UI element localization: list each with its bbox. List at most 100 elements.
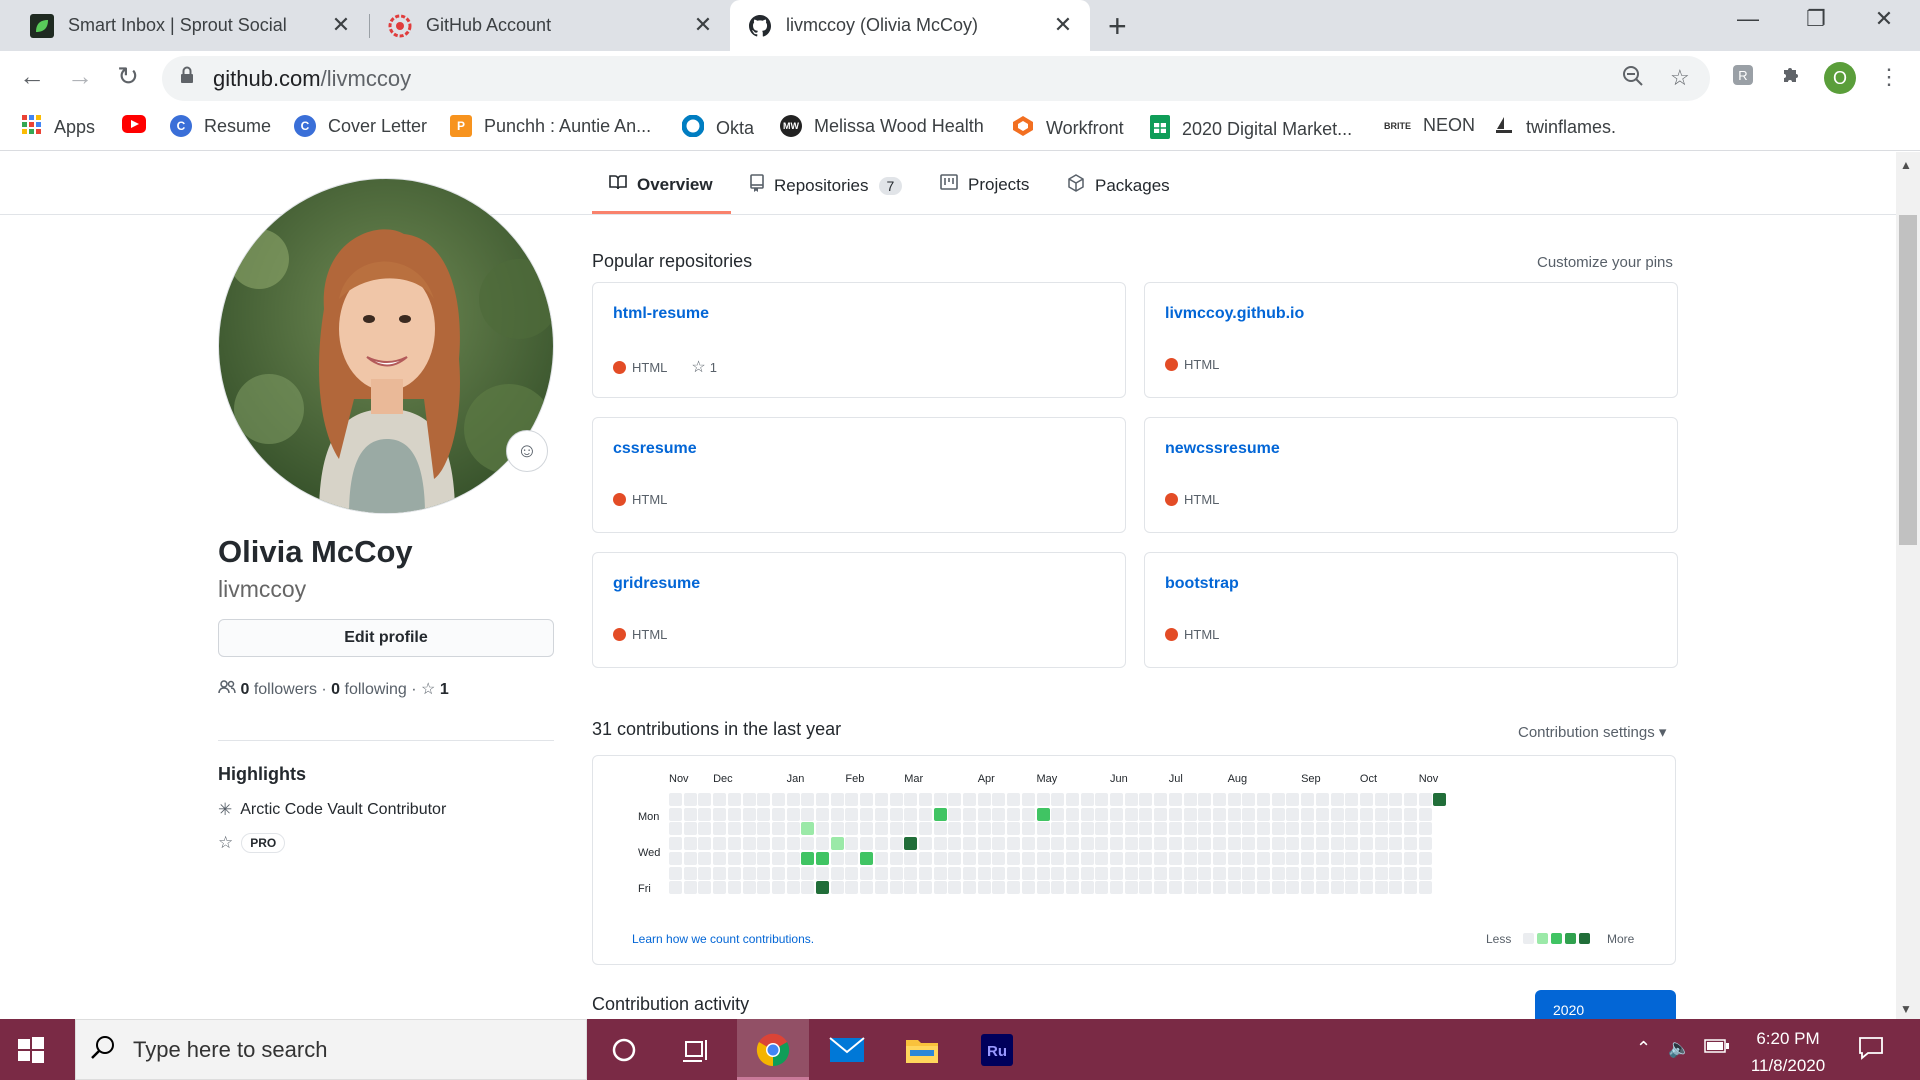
bookmark-youtube[interactable] [122,115,146,138]
contribution-day-cell[interactable] [1315,793,1329,806]
repo-name-link[interactable]: cssresume [613,440,697,458]
contribution-day-cell[interactable] [698,807,712,821]
contribution-day-cell[interactable] [1183,822,1197,836]
contribution-day-cell[interactable] [1242,793,1256,806]
cortana-icon[interactable] [604,1031,644,1069]
contribution-day-cell[interactable] [1359,793,1373,806]
contribution-day-cell[interactable] [1198,881,1212,895]
contribution-day-cell[interactable] [1359,881,1373,895]
contribution-day-cell[interactable] [904,866,918,880]
contribution-day-cell[interactable] [1124,822,1138,836]
contribution-day-cell[interactable] [1418,807,1432,821]
contribution-day-cell[interactable] [816,851,829,865]
contribution-day-cell[interactable] [1345,807,1359,821]
contribution-day-cell[interactable] [1007,866,1021,880]
bookmark-digital-marketing[interactable]: 2020 Digital Market... [1150,115,1352,144]
contribution-day-cell[interactable] [1389,793,1403,806]
contribution-day-cell[interactable] [1124,793,1138,806]
contribution-day-cell[interactable] [1124,866,1138,880]
contribution-day-cell[interactable] [948,837,962,851]
contribution-day-cell[interactable] [918,822,932,836]
contribution-day-cell[interactable] [1418,881,1432,895]
contribution-day-cell[interactable] [1154,807,1168,821]
taskbar-search-box[interactable]: Type here to search [75,1019,587,1080]
contribution-day-cell[interactable] [904,822,918,836]
contribution-day-cell[interactable] [1301,866,1315,880]
bookmark-okta[interactable]: Okta [681,114,754,142]
contribution-day-cell[interactable] [1051,793,1065,806]
contribution-day-cell[interactable] [1389,881,1403,895]
contribution-day-cell[interactable] [757,822,771,836]
battery-icon[interactable] [1704,1038,1730,1059]
contribution-day-cell[interactable] [1051,866,1065,880]
contribution-day-cell[interactable] [1301,837,1315,851]
contribution-day-cell[interactable] [1124,851,1138,865]
contribution-day-cell[interactable] [1330,793,1344,806]
contribution-day-cell[interactable] [904,881,918,895]
contribution-day-cell[interactable] [1154,793,1168,806]
task-view-icon[interactable] [676,1031,716,1069]
contribution-day-cell[interactable] [1021,837,1035,851]
contribution-day-cell[interactable] [1286,866,1300,880]
contribution-day-cell[interactable] [1257,851,1270,865]
contribution-day-cell[interactable] [1095,851,1109,865]
contribution-day-cell[interactable] [1345,851,1359,865]
contribution-day-cell[interactable] [1242,807,1256,821]
contribution-day-cell[interactable] [786,793,800,806]
contribution-day-cell[interactable] [1271,822,1285,836]
contribution-day-cell[interactable] [727,822,741,836]
contribution-day-cell[interactable] [933,837,947,851]
contribution-day-cell[interactable] [918,807,932,821]
contribution-day-cell[interactable] [963,851,976,865]
contribution-day-cell[interactable] [1036,837,1050,851]
contribution-day-cell[interactable] [845,851,859,865]
contribution-day-cell[interactable] [1227,851,1241,865]
contribution-day-cell[interactable] [1257,807,1270,821]
close-tab-icon[interactable]: ✕ [1050,12,1076,38]
contribution-day-cell[interactable] [1154,881,1168,895]
contribution-day-cell[interactable] [1286,881,1300,895]
repo-name-link[interactable]: livmccoy.github.io [1165,305,1304,323]
contribution-day-cell[interactable] [977,837,991,851]
contribution-day-cell[interactable] [1359,837,1373,851]
extension-icon[interactable]: R [1732,64,1754,92]
contribution-day-cell[interactable] [963,807,976,821]
contribution-day-cell[interactable] [918,866,932,880]
contribution-day-cell[interactable] [1242,837,1256,851]
contribution-day-cell[interactable] [742,807,756,821]
contribution-day-cell[interactable] [1110,837,1123,851]
contribution-day-cell[interactable] [1345,822,1359,836]
contribution-day-cell[interactable] [874,881,888,895]
contribution-day-cell[interactable] [816,822,829,836]
contribution-day-cell[interactable] [1080,822,1094,836]
contribution-day-cell[interactable] [1198,822,1212,836]
contribution-day-cell[interactable] [1036,822,1050,836]
contribution-day-cell[interactable] [977,807,991,821]
puzzle-extensions-icon[interactable] [1780,64,1802,92]
contribution-day-cell[interactable] [1036,881,1050,895]
contribution-day-cell[interactable] [1036,866,1050,880]
contribution-day-cell[interactable] [874,866,888,880]
contribution-day-cell[interactable] [860,807,874,821]
contribution-day-cell[interactable] [1301,822,1315,836]
contribution-day-cell[interactable] [1198,866,1212,880]
contribution-day-cell[interactable] [771,837,785,851]
contribution-day-cell[interactable] [771,793,785,806]
contribution-day-cell[interactable] [874,837,888,851]
contribution-day-cell[interactable] [1345,793,1359,806]
contribution-day-cell[interactable] [1359,866,1373,880]
contribution-day-cell[interactable] [1271,881,1285,895]
contribution-day-cell[interactable] [1183,807,1197,821]
star-icon[interactable]: ☆ [691,357,705,377]
contribution-day-cell[interactable] [933,807,947,821]
contribution-day-cell[interactable] [1154,851,1168,865]
contribution-day-cell[interactable] [727,866,741,880]
zoom-icon[interactable] [1622,65,1644,93]
contribution-day-cell[interactable] [1007,822,1021,836]
customize-pins-link[interactable]: Customize your pins [1537,254,1673,271]
contribution-day-cell[interactable] [816,881,829,895]
contribution-day-cell[interactable] [1330,866,1344,880]
mail-icon[interactable] [827,1031,867,1069]
contribution-day-cell[interactable] [1139,866,1153,880]
contribution-day-cell[interactable] [669,807,682,821]
